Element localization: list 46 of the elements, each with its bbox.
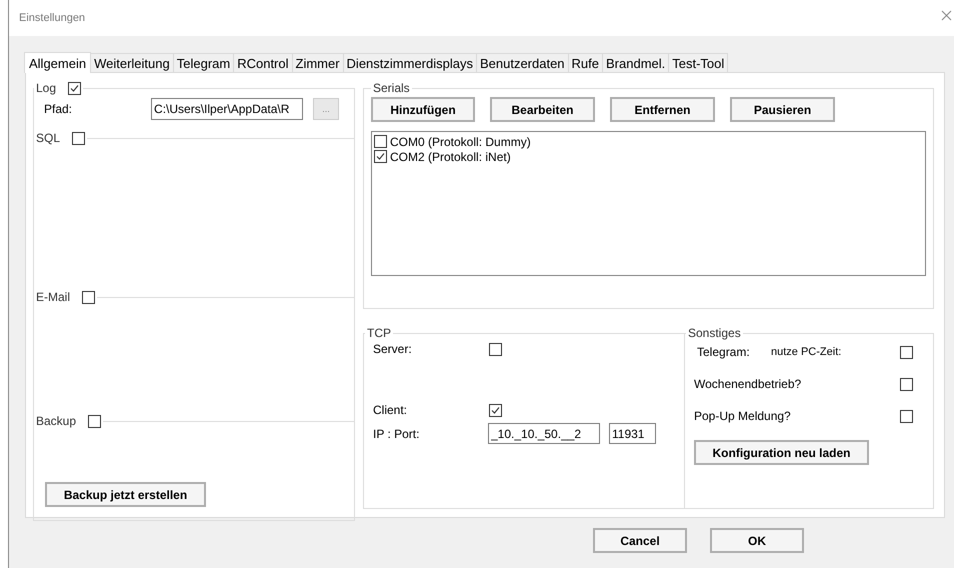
tab[interactable]: Weiterleitung (90, 53, 174, 72)
toolbar-button[interactable]: Pausieren (730, 97, 835, 122)
field-label: Pfad: (44, 102, 72, 116)
path-field[interactable]: C:\Users\Ilper\AppData\R (151, 98, 304, 120)
group-label: Log (36, 81, 56, 95)
checkbox[interactable] (489, 342, 502, 356)
dialog-button[interactable]: Cancel (593, 528, 687, 553)
close-icon[interactable] (941, 10, 952, 20)
checkbox[interactable] (489, 404, 502, 416)
field-label: Client: (373, 403, 408, 417)
reload-button[interactable]: Konfiguration neu laden (694, 440, 869, 465)
tab[interactable]: Dienstzimmerdisplays (342, 53, 477, 72)
group-label: SQL (36, 131, 60, 145)
field-label: IP : Port: (373, 426, 420, 440)
option-label: Pop-Up Meldung? (694, 409, 792, 423)
group-label: E-Mail (36, 290, 70, 304)
option-label: nutze PC-Zeit: (771, 346, 842, 358)
dialog-button[interactable]: OK (710, 528, 804, 553)
group-title: Serials (373, 81, 410, 95)
group-title: TCP (367, 326, 391, 340)
toolbar-button[interactable]: Hinzufügen (371, 97, 475, 122)
window-title: Einstellungen (19, 12, 86, 24)
checkbox[interactable] (72, 132, 86, 144)
checkbox[interactable] (374, 135, 387, 148)
checkbox[interactable] (900, 410, 913, 422)
toolbar-button[interactable]: Bearbeiten (490, 97, 595, 122)
option-label: Wochenendbetrieb? (694, 377, 802, 391)
list-item[interactable]: COM2 (Protokoll: iNet) (390, 150, 511, 164)
list-item[interactable]: COM0 (Protokoll: Dummy) (390, 134, 531, 148)
tab[interactable]: Allgemein (24, 52, 92, 73)
checkbox[interactable] (82, 290, 96, 304)
checkbox[interactable] (68, 82, 82, 94)
field-label: Telegram: (697, 345, 751, 359)
group-title: Sonstiges (688, 326, 741, 340)
checkbox[interactable] (900, 378, 913, 390)
field-label: Server: (373, 342, 413, 356)
toolbar-button[interactable]: Entfernen (610, 97, 715, 122)
backup-button[interactable]: Backup jetzt erstellen (45, 482, 206, 507)
tab[interactable]: Test-Tool (668, 53, 728, 72)
ip-field[interactable]: _10._10._50.__2 (488, 423, 600, 444)
group-label: Backup (36, 414, 76, 428)
port-field[interactable]: 11931 (609, 423, 656, 444)
checkbox[interactable] (900, 346, 913, 358)
checkbox[interactable] (88, 414, 102, 428)
checkbox[interactable] (374, 150, 387, 163)
tab[interactable]: Telegram (172, 53, 234, 72)
